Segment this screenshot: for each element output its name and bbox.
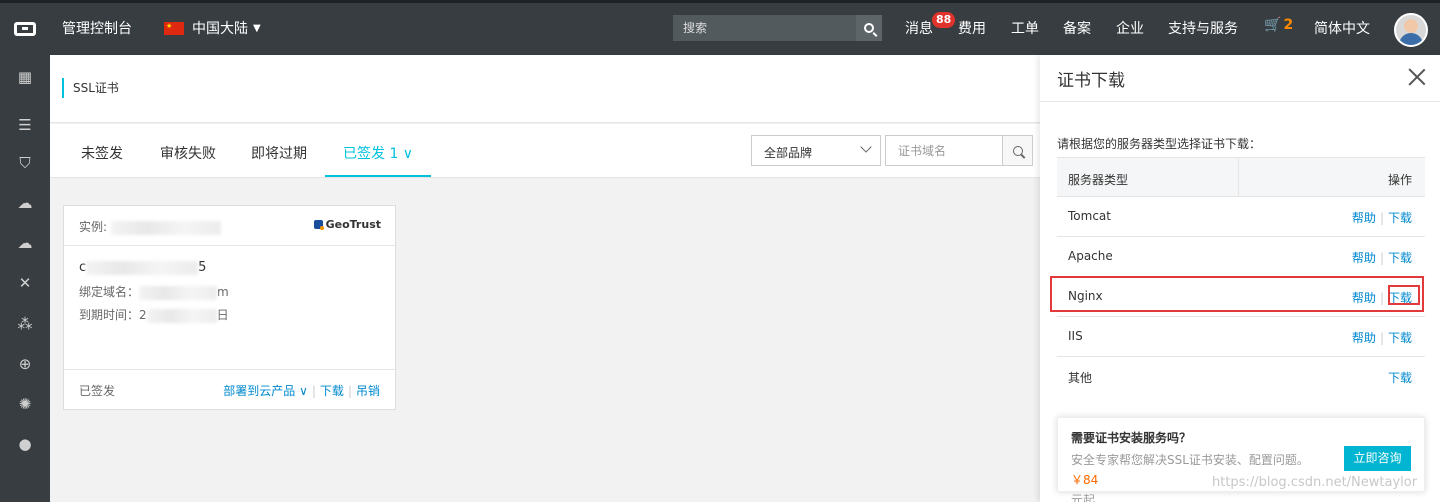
tab-issued[interactable]: 已签发 1 ∨	[343, 143, 413, 163]
top-navbar: 管理控制台 中国大陆 ▼ 消息 88 费用 工单 备案 企业 支持与服务 🛒 2…	[0, 0, 1440, 55]
sidebar: ▦ ☰ ⛉ ☁ ☁ ✕ ⁂ ⊕ ✺ ●	[0, 55, 50, 502]
language-selector[interactable]: 简体中文	[1314, 18, 1370, 38]
certificate-card: 实例: GeoTrust c5 绑定域名： m 到期时间：2 日 已签发 部署到云产…	[63, 205, 396, 410]
circle-icon[interactable]: ●	[17, 436, 33, 452]
server-icon[interactable]: ☰	[17, 117, 33, 133]
cert-id: c5	[79, 260, 207, 275]
search-icon	[1012, 145, 1023, 156]
download-link[interactable]: 下载	[1388, 331, 1412, 345]
download-link[interactable]: 下载	[1388, 371, 1412, 385]
tab-review-failed[interactable]: 审核失败	[160, 143, 216, 163]
page-header: SSL证书	[50, 55, 1040, 123]
nav-tickets[interactable]: 工单	[1011, 18, 1039, 38]
expire-date: 到期时间：2 日	[79, 308, 229, 323]
region-label: 中国大陆	[192, 21, 248, 37]
cart-icon: 🛒	[1264, 17, 1282, 33]
server-name: Tomcat	[1068, 209, 1111, 223]
deploy-link[interactable]: 部署到云产品 ∨	[223, 384, 308, 398]
watermark: https://blog.csdn.net/Newtaylor	[1212, 475, 1418, 490]
instance-label: 实例:	[79, 220, 108, 234]
china-flag-icon	[164, 21, 184, 35]
download-link[interactable]: 下载	[1388, 251, 1412, 265]
revoke-link[interactable]: 吊销	[356, 384, 380, 398]
tabs-bar: 未签发 审核失败 即将过期 已签发 1 ∨ 全部品牌	[50, 124, 1040, 178]
top-search-input[interactable]	[673, 15, 856, 41]
col-server-type: 服务器类型	[1068, 173, 1129, 187]
promo-price: ￥84	[1071, 473, 1099, 487]
card-header: 实例: GeoTrust	[64, 206, 395, 246]
cloud-upload-icon[interactable]: ☁	[17, 235, 33, 251]
grid-menu-icon[interactable]: ▦	[17, 69, 33, 85]
domain-search-input[interactable]	[886, 136, 1004, 165]
tab-unissued[interactable]: 未签发	[81, 143, 123, 163]
download-link[interactable]: 下载	[320, 384, 344, 398]
table-header: 服务器类型 操作	[1057, 157, 1425, 197]
messages-badge: 88	[932, 12, 956, 28]
cross-tools-icon[interactable]: ✕	[17, 275, 33, 291]
page-title: SSL证书	[62, 78, 119, 98]
globe-icon[interactable]: ⊕	[17, 356, 33, 372]
card-actions: 部署到云产品 ∨ | 下载 | 吊销	[223, 384, 380, 398]
cart-button[interactable]: 🛒 2	[1264, 17, 1293, 33]
domain-search-button[interactable]	[1002, 136, 1032, 165]
nav-messages[interactable]: 消息 88	[905, 12, 956, 38]
nav-fees[interactable]: 费用	[958, 18, 986, 38]
nav-record[interactable]: 备案	[1063, 18, 1091, 38]
table-row: Tomcat 帮助 | 下载	[1057, 197, 1425, 237]
status-label: 已签发	[79, 384, 116, 398]
aliyun-logo-icon[interactable]	[0, 3, 50, 55]
search-button[interactable]	[856, 15, 882, 41]
card-footer: 已签发 部署到云产品 ∨ | 下载 | 吊销	[64, 369, 395, 409]
server-type-table: 服务器类型 操作 Tomcat 帮助 | 下载 Apache 帮助 | 下载 Nginx…	[1057, 157, 1425, 397]
promo-title: 需要证书安装服务吗？	[1071, 431, 1192, 445]
shield-icon[interactable]: ⛉	[17, 155, 33, 171]
table-row: Apache 帮助 | 下载	[1057, 237, 1425, 277]
table-row: IIS 帮助 | 下载	[1057, 317, 1425, 357]
help-link[interactable]: 帮助	[1352, 211, 1376, 225]
card-body: c5 绑定域名： m 到期时间：2 日	[64, 246, 395, 337]
nav-support[interactable]: 支持与服务	[1168, 18, 1238, 38]
cloud-icon[interactable]: ☁	[17, 195, 33, 211]
cert-download-drawer: 证书下载 请根据您的服务器类型选择证书下载： 服务器类型 操作 Tomcat 帮…	[1040, 55, 1440, 502]
server-name: IIS	[1068, 329, 1083, 343]
active-tab-indicator	[325, 175, 431, 177]
bound-domain: 绑定域名： m	[79, 285, 229, 300]
user-avatar[interactable]	[1394, 13, 1428, 47]
table-row: 其他 下载	[1057, 357, 1425, 397]
close-icon[interactable]	[1408, 67, 1426, 85]
help-link[interactable]: 帮助	[1352, 291, 1376, 305]
brand-select[interactable]: 全部品牌	[751, 135, 881, 166]
divider	[1040, 101, 1440, 102]
consult-button[interactable]: 立即咨询	[1344, 446, 1411, 471]
server-name: Nginx	[1068, 289, 1103, 303]
domain-search	[885, 135, 1033, 166]
top-search	[673, 15, 882, 41]
console-link[interactable]: 管理控制台	[62, 18, 132, 38]
drawer-title: 证书下载	[1057, 71, 1125, 91]
bug-icon[interactable]: ✺	[17, 396, 33, 412]
geotrust-icon	[313, 220, 324, 230]
help-link[interactable]: 帮助	[1352, 251, 1376, 265]
region-selector[interactable]: 中国大陆 ▼	[164, 18, 261, 38]
drawer-hint: 请根据您的服务器类型选择证书下载：	[1057, 137, 1262, 151]
help-link[interactable]: 帮助	[1352, 331, 1376, 345]
brand-select-value: 全部品牌	[764, 146, 813, 160]
server-name: 其他	[1068, 371, 1093, 385]
nodes-icon[interactable]: ⁂	[17, 316, 33, 332]
caret-down-icon: ▼	[253, 22, 261, 34]
chevron-down-icon	[860, 141, 872, 153]
download-link[interactable]: 下载	[1388, 211, 1412, 225]
download-link[interactable]: 下载	[1388, 291, 1412, 305]
geotrust-logo: GeoTrust	[313, 218, 381, 231]
cart-count: 2	[1283, 17, 1294, 33]
search-icon	[864, 23, 874, 33]
redacted-instance	[110, 220, 221, 235]
tab-expiring[interactable]: 即将过期	[251, 143, 307, 163]
nav-enterprise[interactable]: 企业	[1116, 18, 1144, 38]
server-name: Apache	[1068, 249, 1113, 263]
col-action: 操作	[1387, 173, 1412, 187]
table-row: Nginx 帮助 | 下载	[1057, 277, 1425, 317]
chevron-down-icon: ∨	[398, 146, 414, 162]
